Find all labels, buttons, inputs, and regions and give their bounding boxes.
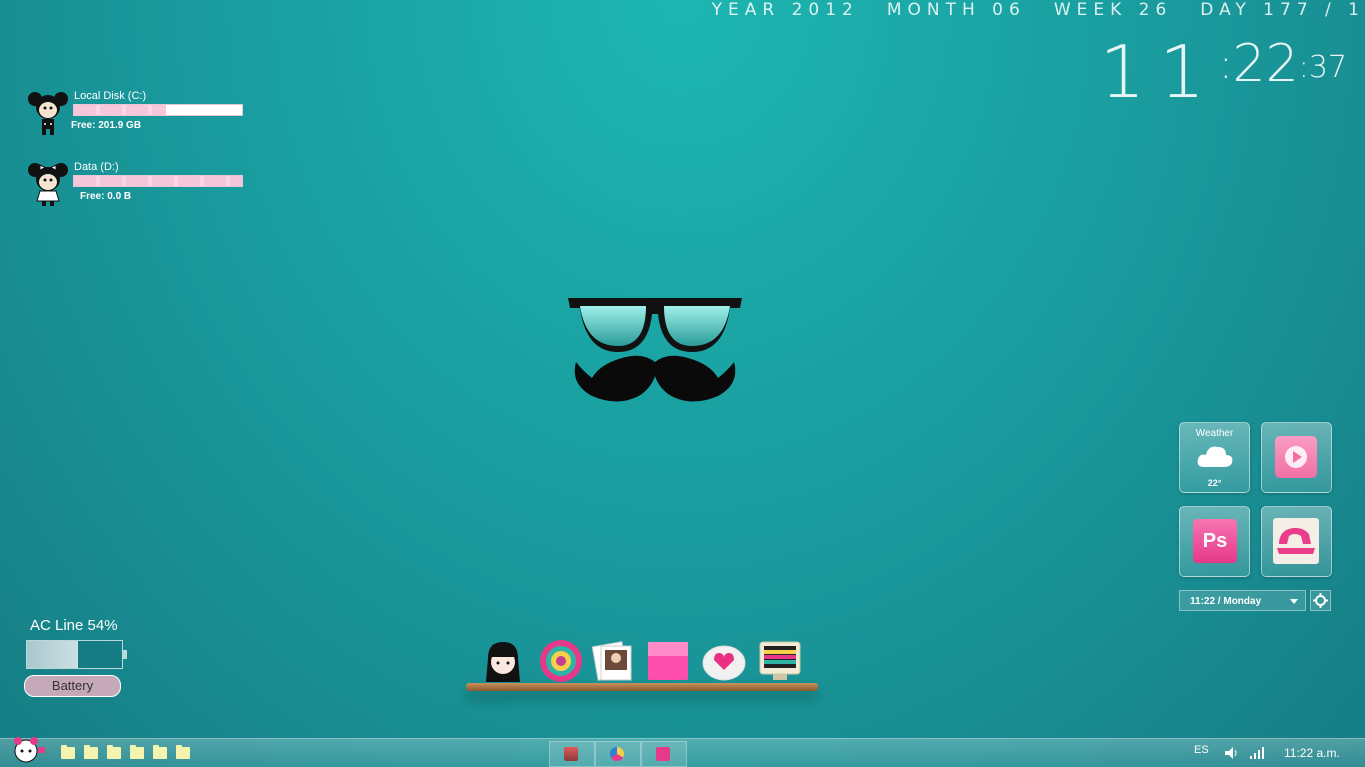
browser-icon [610, 747, 624, 761]
dribbble-icon [1273, 518, 1319, 564]
time-select-value: 11:22 / Monday [1190, 596, 1262, 607]
taskbar-button-archive[interactable] [549, 741, 595, 767]
drive-free-space: Free: 0.0 B [80, 191, 132, 202]
battery-status: AC Line 54% [30, 617, 118, 634]
cloud-icon [1197, 446, 1233, 467]
pink-folder-icon [648, 642, 688, 680]
quicklaunch-folder-icon[interactable] [84, 745, 98, 759]
clock-seconds: :37 [1298, 50, 1347, 85]
settings-button[interactable] [1310, 590, 1331, 611]
drive-usage-bar [73, 104, 243, 116]
year-label: YEAR 2012 [711, 0, 859, 20]
donut-icon [540, 640, 582, 682]
drive-name: Local Disk (C:) [74, 90, 147, 102]
media-player-tile[interactable] [1261, 422, 1332, 493]
dock-item-mail[interactable] [701, 638, 747, 684]
weather-label: Weather [1195, 428, 1234, 439]
girl-avatar-icon [486, 642, 520, 682]
weather-tile[interactable]: Weather 22° [1179, 422, 1250, 493]
volume-icon[interactable] [1224, 746, 1240, 760]
dock-item-donut[interactable] [538, 638, 584, 684]
chevron-down-icon [1290, 599, 1298, 604]
clock-widget: 11 : 22 :37 [1099, 30, 1347, 114]
month-label: MONTH 06 [886, 0, 1026, 20]
dock-shelf [466, 683, 818, 691]
drive-free-space: Free: 201.9 GB [71, 120, 142, 131]
clock-hours: 11 [1099, 30, 1220, 114]
week-label: WEEK 26 [1053, 0, 1173, 20]
battery-button[interactable]: Battery [24, 675, 121, 697]
archive-icon [564, 747, 578, 761]
network-signal-icon[interactable] [1249, 746, 1265, 760]
polaroid-photos-icon [591, 641, 632, 681]
taskbar-button-pink-app[interactable] [641, 741, 687, 767]
quicklaunch-folder-icon[interactable] [107, 745, 121, 759]
photoshop-icon: Ps [1193, 519, 1237, 563]
quicklaunch-folder-icon[interactable] [61, 745, 75, 759]
clock-minutes: 22 [1232, 34, 1299, 94]
mickey-mascot-icon [28, 92, 68, 135]
quicklaunch-folder-icon[interactable] [176, 745, 190, 759]
quicklaunch-folder-icon[interactable] [153, 745, 167, 759]
start-button-mascot-icon[interactable] [6, 735, 46, 767]
clock-separator: : [1219, 42, 1233, 88]
date-strip: YEAR 2012 MONTH 06 WEEK 26 DAY 177 / 1 [712, 0, 1365, 22]
drive-usage-bar [73, 175, 243, 187]
taskbar-clock[interactable]: 11:22 a.m. [1284, 746, 1340, 760]
quicklaunch-folder-icon[interactable] [130, 745, 144, 759]
battery-meter [26, 640, 127, 669]
photoshop-tile[interactable]: Ps [1179, 506, 1250, 577]
taskbar: ES 11:22 a.m. [0, 735, 1365, 767]
time-select[interactable]: 11:22 / Monday [1179, 590, 1306, 611]
pink-app-icon [656, 747, 670, 761]
taskbar-button-browser[interactable] [595, 741, 641, 767]
weather-temperature: 22° [1207, 478, 1222, 488]
dock-item-pink-folder[interactable] [645, 638, 691, 684]
play-icon [1285, 446, 1307, 468]
day-label: DAY 177 / 1 [1200, 0, 1365, 20]
drive-widget-d[interactable]: Data (D:) Free: 0.0 B [26, 161, 246, 211]
minnie-mascot-icon [28, 163, 68, 206]
dribbble-tile[interactable] [1261, 506, 1332, 577]
retro-monitor-icon [759, 641, 801, 680]
gear-icon [1313, 593, 1328, 608]
drive-name: Data (D:) [74, 161, 119, 173]
mustache-glasses-wallpaper-icon [568, 298, 742, 402]
love-mail-icon [702, 645, 746, 681]
dock-item-photos[interactable] [591, 638, 637, 684]
dock-item-monitor[interactable] [757, 638, 803, 684]
language-indicator[interactable]: ES [1194, 744, 1209, 756]
drive-widget-c[interactable]: Local Disk (C:) Free: 201.9 GB [26, 90, 246, 140]
dock-item-girl-avatar[interactable] [480, 638, 526, 684]
media-player-icon [1275, 436, 1317, 478]
